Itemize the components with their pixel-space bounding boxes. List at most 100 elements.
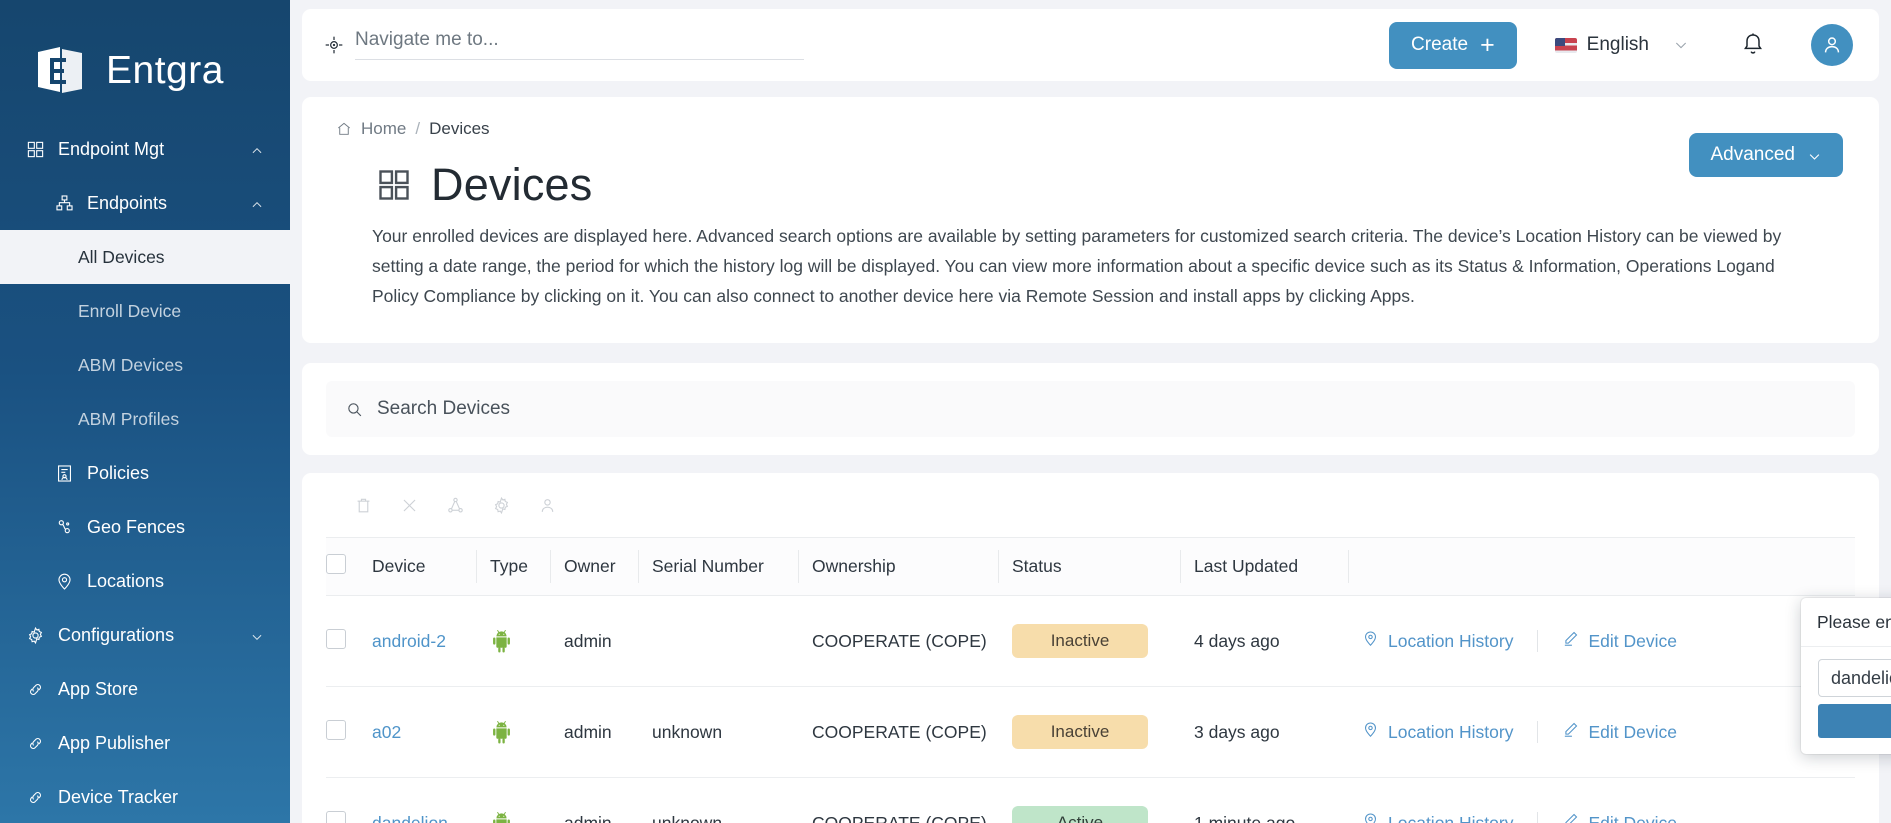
row-select-cell <box>326 686 372 779</box>
location-pin-icon <box>1362 721 1379 743</box>
sidebar-item-endpoints[interactable]: Endpoints <box>0 176 290 230</box>
select-all-checkbox[interactable] <box>326 554 346 575</box>
sidebar-item-label: App Store <box>58 678 139 699</box>
close-icon[interactable] <box>386 490 432 520</box>
sidebar-item-geo-fences[interactable]: Geo Fences <box>0 500 290 554</box>
rename-input[interactable] <box>1818 659 1891 697</box>
breadcrumb: Home / Devices <box>336 119 1845 139</box>
gear-icon <box>26 626 45 645</box>
sidebar-item-app-publisher[interactable]: App Publisher <box>0 716 290 770</box>
advanced-button[interactable]: Advanced <box>1689 133 1843 177</box>
sidebar-item-all-devices[interactable]: All Devices <box>0 230 290 284</box>
col-serial-number[interactable]: Serial Number <box>638 537 812 597</box>
edit-device-link[interactable]: Edit Device <box>1562 721 1677 743</box>
trash-icon[interactable] <box>340 490 386 520</box>
user-avatar[interactable] <box>1811 24 1853 66</box>
plus-icon: + <box>1480 30 1495 59</box>
sidebar-item-enroll-device[interactable]: Enroll Device <box>0 284 290 338</box>
device-link[interactable]: dandelion <box>372 813 448 823</box>
user-icon[interactable] <box>524 490 570 520</box>
grid-icon <box>26 140 45 159</box>
device-link[interactable]: android-2 <box>372 631 446 651</box>
row-checkbox[interactable] <box>326 628 346 649</box>
location-history-label: Location History <box>1388 630 1514 651</box>
breadcrumb-home[interactable]: Home <box>361 119 406 139</box>
cell-device: android-2 <box>372 595 490 688</box>
sidebar-item-label: Endpoints <box>87 192 168 213</box>
chevron-down-icon[interactable] <box>250 628 264 642</box>
search-devices-box[interactable] <box>326 381 1855 438</box>
edit-device-label: Edit Device <box>1588 721 1677 742</box>
android-icon <box>490 810 564 823</box>
entgra-logo-icon <box>30 40 92 102</box>
android-icon <box>490 719 564 745</box>
sidebar-item-label: Enroll Device <box>78 300 182 321</box>
sidebar-item-label: App Publisher <box>58 732 171 753</box>
create-button[interactable]: Create + <box>1389 21 1517 69</box>
policy-icon <box>55 464 74 483</box>
search-input[interactable] <box>377 398 1835 421</box>
sidebar-item-abm-devices[interactable]: ABM Devices <box>0 338 290 392</box>
sidebar-item-label: All Devices <box>78 246 165 267</box>
link-icon <box>26 788 45 807</box>
location-pin-icon <box>1362 812 1379 823</box>
sidebar-item-abm-profiles[interactable]: ABM Profiles <box>0 392 290 446</box>
cell-serial-number: unknown <box>652 686 812 779</box>
rename-device-popover: Please enter a new name for the device R… <box>1801 598 1891 754</box>
cell-type <box>490 686 564 779</box>
navigate-input[interactable] <box>355 28 804 60</box>
group-icon[interactable] <box>432 490 478 520</box>
notifications-bell-icon[interactable] <box>1741 32 1765 58</box>
cell-serial-number: unknown <box>652 777 812 823</box>
location-history-label: Location History <box>1388 721 1514 742</box>
chevron-up-icon[interactable] <box>250 196 264 210</box>
devices-table-head: Device Type Owner Serial Number Ownershi… <box>326 537 1855 597</box>
device-link[interactable]: a02 <box>372 722 401 742</box>
location-history-link[interactable]: Location History <box>1362 630 1513 652</box>
col-last-updated[interactable]: Last Updated <box>1180 537 1362 597</box>
sidebar-item-app-store[interactable]: App Store <box>0 662 290 716</box>
chevron-up-icon[interactable] <box>250 142 264 156</box>
link-icon <box>26 734 45 753</box>
table-row: a02 admin unknown COOPERATE (COPE) Inactive 3… <box>326 686 1855 779</box>
sitemap-icon <box>55 194 74 213</box>
devices-table-card: Device Type Owner Serial Number Ownershi… <box>302 473 1879 823</box>
brand-name: Entgra <box>106 49 224 92</box>
edit-device-link[interactable]: Edit Device <box>1562 812 1677 823</box>
sidebar-item-label: ABM Devices <box>78 354 184 375</box>
row-checkbox[interactable] <box>326 810 346 823</box>
sidebar-item-configurations[interactable]: Configurations <box>0 608 290 662</box>
cell-ownership: COOPERATE (COPE) <box>812 777 1012 823</box>
geofence-icon <box>55 518 74 537</box>
navigate-search[interactable] <box>324 28 804 62</box>
cell-device: dandelion <box>372 777 490 823</box>
sidebar-item-endpoint-mgt[interactable]: Endpoint Mgt <box>0 122 290 176</box>
sidebar-item-locations[interactable]: Locations <box>0 554 290 608</box>
page-title-text: Devices <box>431 159 593 210</box>
language-selector[interactable]: English <box>1554 34 1689 56</box>
location-history-link[interactable]: Location History <box>1362 812 1513 823</box>
location-history-link[interactable]: Location History <box>1362 721 1513 743</box>
status-badge: Inactive <box>1012 624 1148 659</box>
sidebar-item-device-tracker[interactable]: Device Tracker <box>0 770 290 823</box>
sidebar-item-policies[interactable]: Policies <box>0 446 290 500</box>
col-status[interactable]: Status <box>998 537 1194 597</box>
table-row: dandelion admin unknown COOPERATE (COPE) Act… <box>326 777 1855 823</box>
pencil-icon <box>1562 812 1579 823</box>
topbar: Create + English <box>302 9 1879 81</box>
app-root: Entgra Endpoint Mgt Endpoints All Devices E… <box>0 0 1891 823</box>
sidebar: Entgra Endpoint Mgt Endpoints All Devices E… <box>0 0 290 823</box>
row-checkbox[interactable] <box>326 719 346 740</box>
advanced-button-label: Advanced <box>1710 144 1795 165</box>
rename-button[interactable]: Rename <box>1818 704 1891 738</box>
cell-last-updated: 4 days ago <box>1194 595 1362 688</box>
row-actions: Location History Edit Device <box>1362 721 1855 744</box>
col-device[interactable]: Device <box>372 537 490 597</box>
page-header: Home / Devices Devices Advanced Your enr… <box>302 97 1879 343</box>
col-type[interactable]: Type <box>476 537 564 597</box>
cell-device: a02 <box>372 686 490 779</box>
gear-icon[interactable] <box>478 490 524 520</box>
col-ownership[interactable]: Ownership <box>798 537 1012 597</box>
brand[interactable]: Entgra <box>0 0 290 116</box>
edit-device-link[interactable]: Edit Device <box>1562 630 1677 652</box>
